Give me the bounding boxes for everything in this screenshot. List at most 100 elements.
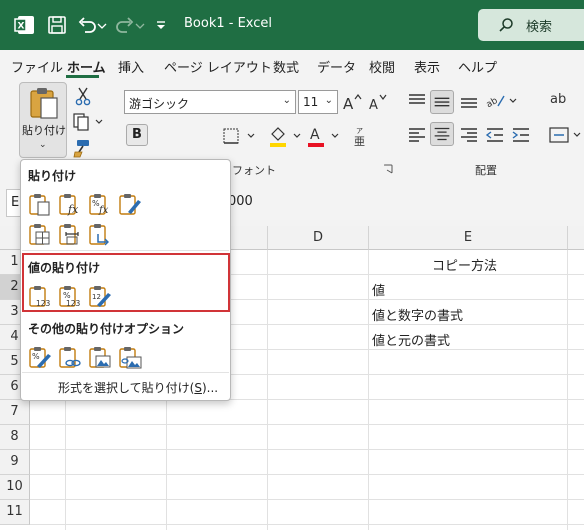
gridline <box>30 449 584 450</box>
paste-special-menu-item[interactable]: 形式を選択して貼り付け(S)... <box>58 379 218 396</box>
paste-formatting-icon[interactable]: % <box>28 345 52 369</box>
redo-icon <box>116 17 134 33</box>
increase-font-size-icon[interactable]: A <box>342 92 362 112</box>
row-header-7[interactable]: 7 <box>0 400 30 425</box>
row-header-11[interactable]: 11 <box>0 500 30 525</box>
search-label: 検索 <box>526 20 553 35</box>
bold-button[interactable]: B <box>126 124 148 146</box>
column-header-e[interactable]: E <box>369 226 568 250</box>
wrap-text-label: ab <box>550 92 567 107</box>
borders-icon[interactable] <box>222 126 258 146</box>
svg-text:ア: ア <box>356 127 363 135</box>
paste-icon[interactable] <box>28 192 52 216</box>
cell-e3[interactable]: 値と数字の書式 <box>372 305 463 324</box>
fill-color-icon[interactable] <box>268 124 304 148</box>
redo-dropdown-icon <box>135 23 145 29</box>
cut-icon[interactable] <box>74 86 92 106</box>
undo-dropdown-icon[interactable] <box>96 14 108 36</box>
tab-page-layout[interactable]: ページ レイアウト <box>164 57 272 76</box>
ribbon-tabs: ファイル ホーム 挿入 ページ レイアウト 数式 データ 校閲 表示 ヘルプ <box>0 50 584 78</box>
tab-review[interactable]: 校閲 <box>369 57 395 76</box>
paste-keep-source-formatting-icon[interactable] <box>118 192 142 216</box>
paste-values-number-format-icon[interactable]: % 123 <box>58 284 82 308</box>
align-right-icon[interactable] <box>458 124 480 146</box>
font-size-select[interactable]: 11 ⌄ <box>298 90 338 114</box>
chevron-down-icon: ⌄ <box>282 95 291 106</box>
paste-formulas-number-format-icon[interactable]: % fx <box>88 192 112 216</box>
tab-help[interactable]: ヘルプ <box>458 57 497 76</box>
align-bottom-icon[interactable] <box>458 90 480 112</box>
paste-linked-picture-icon[interactable] <box>118 345 142 369</box>
row-header-10[interactable]: 10 <box>0 475 30 500</box>
gridline <box>30 474 584 475</box>
row-header-8[interactable]: 8 <box>0 425 30 450</box>
menu-separator <box>22 250 229 251</box>
tab-view[interactable]: 表示 <box>414 57 440 76</box>
cell-e1[interactable]: コピー方法 <box>432 255 497 274</box>
font-color-icon[interactable]: A <box>306 124 342 148</box>
align-middle-icon[interactable] <box>430 90 454 114</box>
svg-text:A: A <box>343 95 354 112</box>
format-painter-icon[interactable] <box>72 138 92 158</box>
search-box[interactable]: 検索 <box>478 9 584 41</box>
tab-home[interactable]: ホーム <box>67 57 106 76</box>
paste-special-text: 形式を選択して貼り付け( <box>58 381 195 395</box>
copy-icon[interactable] <box>72 112 106 132</box>
column-header-d[interactable]: D <box>268 226 369 250</box>
paste-special-accelerator: S <box>194 381 202 395</box>
svg-text:亜: 亜 <box>354 135 365 148</box>
phonetic-guide-icon[interactable]: ア 亜 <box>350 124 378 148</box>
paste-values-icon[interactable]: 123 <box>28 284 52 308</box>
decrease-font-size-icon[interactable]: A <box>368 92 388 112</box>
tab-data[interactable]: データ <box>317 57 356 76</box>
alignment-group-label: 配置 <box>475 164 497 177</box>
undo-icon[interactable] <box>76 14 98 36</box>
paste-transpose-icon[interactable] <box>88 222 112 246</box>
svg-text:%: % <box>32 352 40 361</box>
svg-text:123: 123 <box>36 299 51 308</box>
paste-picture-icon[interactable] <box>88 345 112 369</box>
paste-special-text-suffix: )... <box>201 381 219 395</box>
paste-values-heading: 値の貼り付け <box>28 261 101 275</box>
paste-no-borders-icon[interactable] <box>28 222 52 246</box>
other-paste-options-heading: その他の貼り付けオプション <box>28 322 185 336</box>
font-name-value: 游ゴシック <box>129 97 190 111</box>
increase-indent-icon[interactable] <box>510 124 532 146</box>
cell-e4[interactable]: 値と元の書式 <box>372 330 450 349</box>
dialog-launcher-icon[interactable] <box>383 164 393 174</box>
paste-label: 貼り付け <box>22 124 66 137</box>
paste-formulas-icon[interactable]: fx <box>58 192 82 216</box>
merge-center-icon[interactable] <box>548 124 582 146</box>
tab-formulas[interactable]: 数式 <box>273 57 299 76</box>
gridline <box>30 424 584 425</box>
align-top-icon[interactable] <box>406 90 428 112</box>
column-header-f[interactable] <box>568 226 584 250</box>
row-header-9[interactable]: 9 <box>0 450 30 475</box>
clipboard-icon <box>30 88 58 119</box>
paste-link-icon[interactable] <box>58 345 82 369</box>
tab-insert[interactable]: 挿入 <box>118 57 144 76</box>
formula-input[interactable]: 000 <box>228 194 253 209</box>
cell-e2[interactable]: 値 <box>372 280 385 299</box>
customize-toolbar-icon[interactable] <box>154 14 168 36</box>
paste-values-source-formatting-icon[interactable]: 12 <box>88 284 112 308</box>
align-center-icon[interactable] <box>430 122 454 146</box>
svg-text:12: 12 <box>92 293 101 301</box>
gridline <box>567 250 568 530</box>
font-group-label: フォント <box>232 164 276 177</box>
save-icon[interactable] <box>46 14 68 36</box>
font-size-value: 11 <box>303 95 319 109</box>
font-name-select[interactable]: 游ゴシック ⌄ <box>124 90 296 114</box>
tab-file[interactable]: ファイル <box>11 57 63 76</box>
gridline <box>368 250 369 530</box>
search-icon <box>499 18 513 32</box>
excel-logo-icon: X <box>14 16 34 34</box>
menu-separator <box>22 372 229 373</box>
align-left-icon[interactable] <box>406 124 428 146</box>
gridline <box>267 250 268 530</box>
orientation-icon[interactable]: ab <box>484 90 520 112</box>
svg-text:fx: fx <box>98 205 109 216</box>
decrease-indent-icon[interactable] <box>484 124 506 146</box>
wrap-text-button[interactable]: ab <box>550 92 580 112</box>
paste-keep-column-widths-icon[interactable] <box>58 222 82 246</box>
